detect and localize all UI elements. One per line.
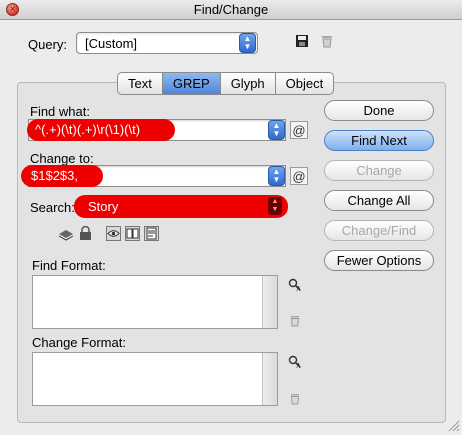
tab-glyph[interactable]: Glyph <box>219 73 275 94</box>
tab-text[interactable]: Text <box>118 73 162 94</box>
search-dropdown[interactable]: Story ▲ ▼ <box>74 195 288 218</box>
save-query-icon[interactable] <box>293 34 311 52</box>
include-hidden-layers-icon[interactable] <box>106 226 121 241</box>
done-button[interactable]: Done <box>324 100 434 121</box>
change-format-box[interactable] <box>32 352 278 406</box>
find-format-scrollbar[interactable] <box>262 276 277 328</box>
clear-change-format-icon[interactable] <box>288 393 302 407</box>
change-to-label: Change to: <box>30 151 94 166</box>
specify-find-format-icon[interactable]: A <box>288 278 302 293</box>
query-dropdown[interactable]: [Custom] ▲ ▼ <box>76 32 258 54</box>
find-what-value: ^(.+)(\t)(.+)\r(\1)(\t) <box>27 119 175 141</box>
close-icon: × <box>9 4 16 15</box>
delete-query-icon[interactable] <box>318 34 336 52</box>
title-bar: Find/Change <box>0 0 462 20</box>
clear-find-format-icon[interactable] <box>288 315 302 329</box>
query-stepper-icon: ▲ ▼ <box>239 33 256 53</box>
search-stepper-icon: ▲ ▼ <box>268 197 282 215</box>
specify-change-format-icon[interactable]: A <box>288 355 302 370</box>
search-label: Search: <box>30 200 75 215</box>
change-all-button[interactable]: Change All <box>324 190 434 211</box>
tab-object[interactable]: Object <box>274 73 334 94</box>
change-button[interactable]: Change <box>324 160 434 181</box>
find-format-box[interactable] <box>32 275 278 329</box>
change-find-button[interactable]: Change/Find <box>324 220 434 241</box>
find-next-button[interactable]: Find Next <box>324 130 434 151</box>
query-label: Query: <box>28 37 68 52</box>
include-locked-layers-icon[interactable] <box>58 226 74 242</box>
window-title: Find/Change <box>193 2 269 17</box>
special-characters-find-icon[interactable]: @ <box>290 121 308 139</box>
find-format-label: Find Format: <box>32 258 106 273</box>
include-footnotes-icon[interactable] <box>144 226 159 241</box>
svg-text:A: A <box>296 285 301 292</box>
close-window-button[interactable]: × <box>6 3 19 16</box>
find-what-stepper-icon[interactable]: ▲ ▼ <box>268 120 285 140</box>
special-characters-change-icon[interactable]: @ <box>290 167 308 185</box>
change-to-input[interactable]: $1$2$3, ▲ ▼ <box>21 165 286 187</box>
change-format-scrollbar[interactable] <box>262 353 277 405</box>
find-what-label: Find what: <box>30 104 90 119</box>
search-value: Story <box>88 199 119 214</box>
change-to-stepper-icon[interactable]: ▲ ▼ <box>268 166 285 186</box>
query-value: [Custom] <box>85 36 138 51</box>
fewer-options-button[interactable]: Fewer Options <box>324 250 434 271</box>
tab-grep[interactable]: GREP <box>161 73 220 94</box>
change-format-label: Change Format: <box>32 335 126 350</box>
change-to-value: $1$2$3, <box>21 165 103 187</box>
mode-tabs: Text GREP Glyph Object <box>117 72 335 95</box>
find-what-input[interactable]: ^(.+)(\t)(.+)\r(\1)(\t) ▲ ▼ <box>27 119 286 141</box>
include-locked-stories-icon[interactable] <box>78 225 94 242</box>
include-master-pages-icon[interactable] <box>125 226 140 241</box>
svg-text:A: A <box>296 362 301 369</box>
resize-grip-icon[interactable] <box>445 417 460 432</box>
